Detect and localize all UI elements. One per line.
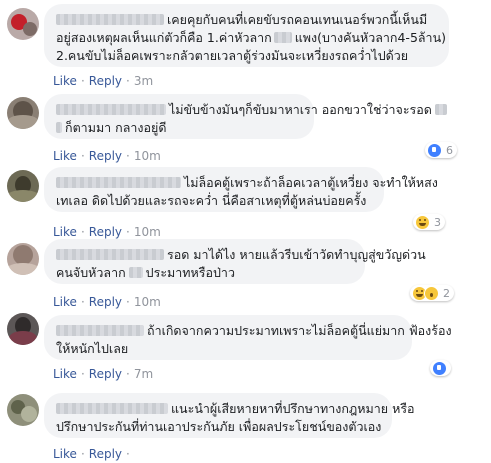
comment-actions: Like · Reply · 10m (53, 295, 161, 309)
redacted-word (434, 104, 447, 115)
comment-text: แนะนำผู้เสียหายหาที่ปรึกษาทางกฎหมาย หรือ (171, 401, 415, 416)
like-link[interactable]: Like (53, 447, 77, 461)
reaction-summary[interactable]: 2 (410, 285, 454, 301)
reply-link[interactable]: Reply (89, 295, 122, 309)
comment-actions: Like · Reply · 10m (53, 149, 161, 163)
like-link[interactable]: Like (53, 295, 77, 309)
comment-text: ถ้าเกิดจากความประมาทเพราะไม่ล็อคตู้นี่แย… (147, 323, 452, 338)
timestamp[interactable]: 10m (134, 149, 161, 163)
redacted-word (56, 122, 62, 133)
reaction-summary[interactable]: 6 (425, 142, 457, 158)
like-link[interactable]: Like (53, 74, 77, 88)
comment-text: ไม่ขับข้างมันๆก็ขับมาหาเรา ออกขวาใช่ว่าจ… (169, 102, 432, 117)
timestamp[interactable]: 10m (134, 295, 161, 309)
comment-text: แพง(บางคันหัวลาก4-5ล้าน) (294, 30, 446, 45)
reaction-summary[interactable]: 3 (413, 214, 445, 230)
reaction-count: 2 (443, 286, 450, 300)
reply-link[interactable]: Reply (89, 225, 122, 239)
redacted-name (56, 104, 166, 115)
haha-icon (415, 214, 430, 230)
comment-text: เคยคุยกับคนที่เคยขับรถคอนเทนเนอร์พวกนี้เ… (167, 12, 428, 27)
comment-text: ประมาทหรือป่าว (145, 265, 235, 280)
redacted-name (56, 177, 181, 188)
comment-text: 2.คนขับไม่ล็อคเพราะกลัวตายเวลาตู้ร่วงมัน… (56, 48, 409, 63)
comment-bubble: ถ้าเกิดจากความประมาทเพราะไม่ล็อคตู้นี่แย… (44, 315, 452, 360)
redacted-word (273, 32, 292, 43)
timestamp[interactable]: 10m (134, 225, 161, 239)
comment-bubble: ไม่ล็อคตู้เพราะถ้าล็อคเวลาตู้เหวี่ยง จะท… (44, 167, 438, 212)
comment-bubble: เคยคุยกับคนที่เคยขับรถคอนเทนเนอร์พวกนี้เ… (44, 4, 449, 67)
comment-bubble: แนะนำผู้เสียหายหาที่ปรึกษาทางกฎหมาย หรือ… (44, 393, 415, 438)
comment-text: ก็ตามมา กลางอยู่ดี (65, 120, 167, 135)
comment-actions: Like · Reply · 3m (53, 74, 154, 88)
redacted-word (128, 267, 143, 278)
redacted-name (56, 403, 168, 414)
like-link[interactable]: Like (53, 149, 77, 163)
comment-text: คนจับหัวลาก (56, 265, 126, 280)
reply-link[interactable]: Reply (89, 74, 122, 88)
redacted-name (56, 249, 164, 260)
avatar[interactable] (7, 97, 39, 129)
timestamp[interactable]: 7m (134, 367, 153, 381)
avatar[interactable] (7, 8, 39, 40)
wow-icon (424, 285, 439, 301)
like-icon (427, 142, 442, 158)
comment-bubble: ไม่ขับข้างมันๆก็ขับมาหาเรา ออกขวาใช่ว่าจ… (44, 94, 447, 139)
like-link[interactable]: Like (53, 225, 77, 239)
comment-text: ให้หนักไปเลย (56, 341, 129, 356)
avatar[interactable] (7, 313, 39, 345)
avatar[interactable] (7, 243, 39, 275)
comment-actions: Like · Reply · 7m (53, 367, 154, 381)
timestamp[interactable]: 3m (134, 74, 153, 88)
comment-text: รอด มาได้ไง หายแล้วรีบเข้าวัดทำบุญสู่ขวั… (167, 247, 426, 262)
comment-bubble: รอด มาได้ไง หายแล้วรีบเข้าวัดทำบุญสู่ขวั… (44, 239, 426, 284)
reply-link[interactable]: Reply (89, 447, 122, 461)
reaction-count: 3 (434, 215, 441, 229)
reply-link[interactable]: Reply (89, 149, 122, 163)
reply-link[interactable]: Reply (89, 367, 122, 381)
reaction-summary[interactable] (430, 360, 451, 376)
comment-text: เทเลอ ดิดไปด้วยและรถจะคว่ำ นี่คือสาเหตุท… (56, 193, 367, 208)
comment-text: ปรึกษาประกันที่ท่านเอาประกันภัย เพื่อผลป… (56, 419, 382, 434)
comment-thread: เคยคุยกับคนที่เคยขับรถคอนเทนเนอร์พวกนี้เ… (0, 0, 491, 463)
redacted-name (56, 14, 164, 25)
like-icon (432, 360, 447, 376)
comment-text: อยู่สองเหตุผลเห็นแก่ตัวก็คือ 1.ค่าหัวลาก (56, 30, 272, 45)
redacted-name (56, 325, 144, 336)
avatar[interactable] (7, 394, 39, 426)
comment-actions: Like · Reply · 10m (53, 225, 161, 239)
comment-actions: Like · Reply · (53, 447, 130, 461)
comment-text: ไม่ล็อคตู้เพราะถ้าล็อคเวลาตู้เหวี่ยง จะท… (184, 175, 438, 190)
like-link[interactable]: Like (53, 367, 77, 381)
avatar[interactable] (7, 170, 39, 202)
reaction-count: 6 (446, 143, 453, 157)
